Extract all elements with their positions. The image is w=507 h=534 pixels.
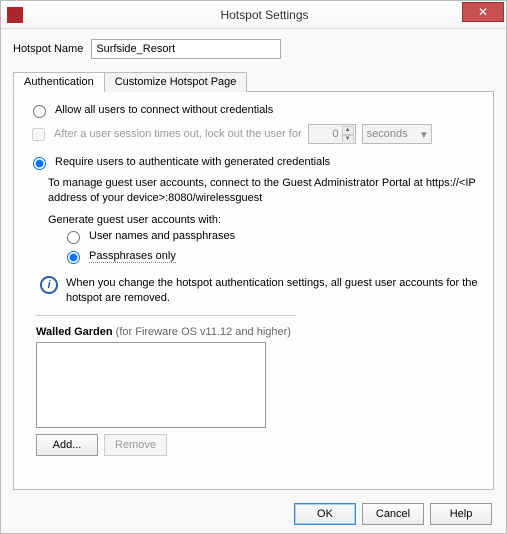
info-row: i When you change the hotspot authentica… xyxy=(40,276,479,306)
app-icon xyxy=(7,7,23,23)
require-auth-label: Require users to authenticate with gener… xyxy=(55,156,330,168)
lockout-label: After a user session times out, lock out… xyxy=(54,128,302,140)
walled-garden-buttons: Add... Remove xyxy=(36,434,479,456)
walled-garden-sublabel: (for Fireware OS v11.12 and higher) xyxy=(116,326,291,338)
tab-authentication[interactable]: Authentication xyxy=(13,72,105,92)
gen-passphrases-label: Passphrases only xyxy=(89,250,176,263)
lockout-row: After a user session times out, lock out… xyxy=(28,124,479,144)
walled-garden-listbox[interactable] xyxy=(36,342,266,428)
tab-content-authentication: Allow all users to connect without crede… xyxy=(13,92,494,490)
hotspot-name-input[interactable] xyxy=(91,39,281,59)
walled-garden-heading: Walled Garden (for Fireware OS v11.12 an… xyxy=(36,326,479,338)
gen-passphrases-radio[interactable] xyxy=(67,251,80,264)
walled-garden-label: Walled Garden xyxy=(36,326,113,338)
allow-all-radio[interactable] xyxy=(33,105,46,118)
ok-button[interactable]: OK xyxy=(294,503,356,525)
cancel-button[interactable]: Cancel xyxy=(362,503,424,525)
help-button[interactable]: Help xyxy=(430,503,492,525)
info-text: When you change the hotspot authenticati… xyxy=(66,276,479,306)
spinner-arrows-icon: ▲▼ xyxy=(342,126,354,142)
dialog-body: Hotspot Name Authentication Customize Ho… xyxy=(1,29,506,533)
dialog-buttons: OK Cancel Help xyxy=(294,503,492,525)
gen-passphrases-option[interactable]: Passphrases only xyxy=(62,250,479,264)
lockout-unit-label: seconds xyxy=(367,128,408,140)
guest-portal-note: To manage guest user accounts, connect t… xyxy=(48,176,479,206)
hotspot-name-row: Hotspot Name xyxy=(13,39,494,59)
chevron-down-icon: ▾ xyxy=(421,128,427,141)
generate-accounts-label: Generate guest user accounts with: xyxy=(48,214,479,226)
require-auth-option[interactable]: Require users to authenticate with gener… xyxy=(28,156,479,170)
allow-all-option[interactable]: Allow all users to connect without crede… xyxy=(28,104,479,118)
close-icon: ✕ xyxy=(478,5,488,19)
hotspot-name-label: Hotspot Name xyxy=(13,43,83,55)
walled-garden-add-button[interactable]: Add... xyxy=(36,434,98,456)
lockout-value: 0 xyxy=(333,128,339,140)
close-button[interactable]: ✕ xyxy=(462,2,504,22)
info-icon: i xyxy=(40,276,58,294)
lockout-unit-select: seconds ▾ xyxy=(362,124,432,144)
window-title: Hotspot Settings xyxy=(23,8,506,22)
walled-garden-remove-button: Remove xyxy=(104,434,167,456)
gen-usernames-label: User names and passphrases xyxy=(89,230,235,242)
lockout-value-spinner: 0 ▲▼ xyxy=(308,124,356,144)
gen-usernames-option[interactable]: User names and passphrases xyxy=(62,230,479,244)
tab-strip: Authentication Customize Hotspot Page xyxy=(13,71,494,92)
gen-usernames-radio[interactable] xyxy=(67,231,80,244)
titlebar: Hotspot Settings ✕ xyxy=(1,1,506,29)
divider xyxy=(36,315,296,316)
allow-all-label: Allow all users to connect without crede… xyxy=(55,104,273,116)
tab-customize-hotspot-page[interactable]: Customize Hotspot Page xyxy=(104,72,248,92)
lockout-checkbox xyxy=(32,128,45,141)
require-auth-radio[interactable] xyxy=(33,157,46,170)
